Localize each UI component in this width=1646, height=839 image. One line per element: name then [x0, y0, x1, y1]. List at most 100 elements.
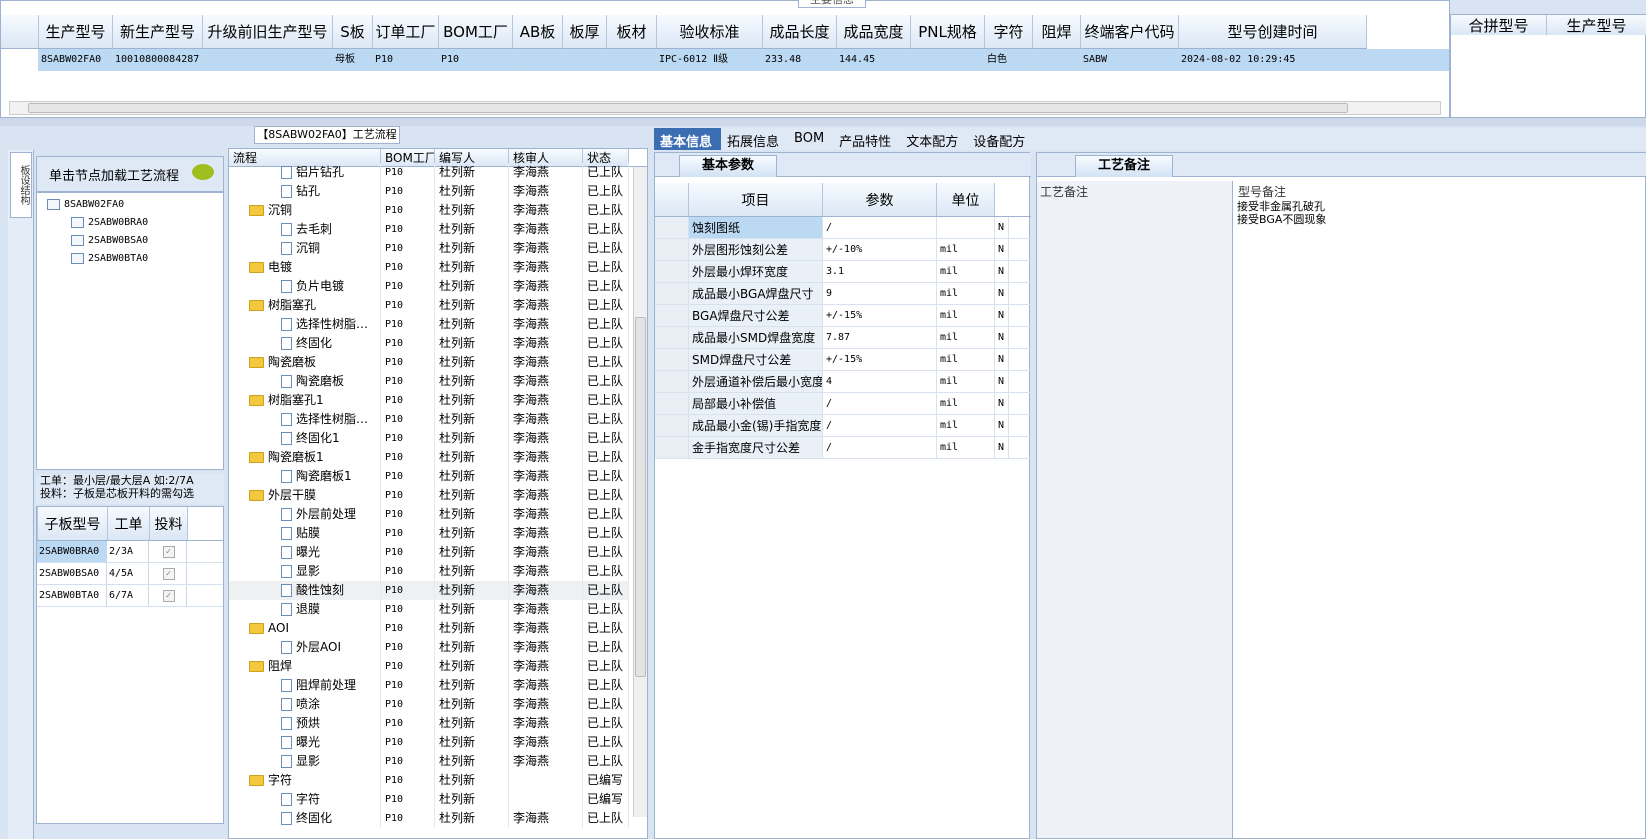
- flow-row[interactable]: 去毛刺 P10 杜列新 李海燕 已上队: [229, 220, 629, 239]
- main-info-cell[interactable]: SABW: [1081, 49, 1179, 71]
- tab-2[interactable]: BOM: [788, 128, 833, 150]
- table-row[interactable]: 外层图形蚀刻公差 +/-10% mil N: [655, 239, 1031, 261]
- flow-row[interactable]: 阻焊前处理 P10 杜列新 李海燕 已上队: [229, 676, 629, 695]
- flow-row[interactable]: 树脂塞孔 P10 杜列新 李海燕 已上队: [229, 296, 629, 315]
- param-value-cell[interactable]: +/-15%: [823, 349, 937, 370]
- main-info-cell[interactable]: [563, 49, 607, 71]
- horizontal-scroll-thumb[interactable]: [28, 103, 1348, 113]
- flow-row[interactable]: 显影 P10 杜列新 李海燕 已上队: [229, 752, 629, 771]
- column-header[interactable]: 板材: [607, 15, 657, 48]
- param-value-cell[interactable]: 9: [823, 283, 937, 304]
- flow-row[interactable]: 铝片钻孔 P10 杜列新 李海燕 已上队: [229, 163, 629, 182]
- table-row[interactable]: 成品最小BGA焊盘尺寸 9 mil N: [655, 283, 1031, 305]
- tree-node[interactable]: 2SABW0BRA0: [71, 217, 148, 228]
- flow-row[interactable]: 字符 P10 杜列新 已编写: [229, 790, 629, 809]
- column-header[interactable]: 终端客户代码: [1081, 15, 1179, 48]
- flow-row[interactable]: 终固化 P10 杜列新 李海燕 已上队: [229, 334, 629, 353]
- tab-0[interactable]: 基本信息: [654, 128, 722, 150]
- flow-row[interactable]: 陶瓷磨板1 P10 杜列新 李海燕 已上队: [229, 467, 629, 486]
- main-info-cell[interactable]: 233.48: [763, 49, 837, 71]
- main-info-cell[interactable]: IPC-6012 Ⅱ级: [657, 49, 763, 71]
- flow-row[interactable]: 钻孔 P10 杜列新 李海燕 已上队: [229, 182, 629, 201]
- main-info-cell[interactable]: [1033, 49, 1081, 71]
- param-title-tab[interactable]: 基本参数: [679, 155, 777, 177]
- flow-row[interactable]: 外层干膜 P10 杜列新 李海燕 已上队: [229, 486, 629, 505]
- flow-row[interactable]: 显影 P10 杜列新 李海燕 已上队: [229, 562, 629, 581]
- process-flow-tree[interactable]: 流程 BOM工厂 编写人 核审人 状态 铝片钻孔 P10 杜列新 李海燕 已上队 钻孔 P10 杜列新…: [228, 148, 648, 839]
- column-header[interactable]: 板厚: [563, 15, 607, 48]
- flow-row[interactable]: 选择性树脂… P10 杜列新 李海燕 已上队: [229, 410, 629, 429]
- flow-row[interactable]: AOI P10 杜列新 李海燕 已上队: [229, 619, 629, 638]
- main-info-cell[interactable]: 10010800084287: [113, 49, 203, 71]
- table-row[interactable]: 2SABW0BSA0 4/5A ✓: [37, 563, 223, 585]
- craft-title-tab[interactable]: 工艺备注: [1075, 155, 1173, 177]
- flow-row[interactable]: 陶瓷磨板1 P10 杜列新 李海燕 已上队: [229, 448, 629, 467]
- flow-vertical-scrollbar[interactable]: [633, 167, 647, 817]
- param-value-cell[interactable]: 7.87: [823, 327, 937, 348]
- column-header[interactable]: 投料: [150, 507, 188, 540]
- column-header[interactable]: 型号创建时间: [1179, 15, 1367, 48]
- main-info-cell[interactable]: 白色: [985, 49, 1033, 71]
- param-value-cell[interactable]: /: [823, 393, 937, 414]
- column-header[interactable]: 订单工厂: [373, 15, 439, 48]
- tab-3[interactable]: 产品特性: [833, 128, 900, 150]
- column-header[interactable]: 生产型号: [39, 15, 113, 48]
- column-header[interactable]: S板: [333, 15, 373, 48]
- flow-row[interactable]: 退膜 P10 杜列新 李海燕 已上队: [229, 600, 629, 619]
- flow-row[interactable]: 喷涂 P10 杜列新 李海燕 已上队: [229, 695, 629, 714]
- main-info-cell[interactable]: 2024-08-02 10:29:45: [1179, 49, 1367, 71]
- column-header[interactable]: 项目: [689, 183, 823, 216]
- column-header[interactable]: 字符: [985, 15, 1033, 48]
- flow-row[interactable]: 沉铜 P10 杜列新 李海燕 已上队: [229, 239, 629, 258]
- flow-row[interactable]: 陶瓷磨板 P10 杜列新 李海燕 已上队: [229, 353, 629, 372]
- flow-row[interactable]: 负片电镀 P10 杜列新 李海燕 已上队: [229, 277, 629, 296]
- flow-row[interactable]: 贴膜 P10 杜列新 李海燕 已上队: [229, 524, 629, 543]
- param-value-cell[interactable]: 4: [823, 371, 937, 392]
- table-row[interactable]: 外层最小焊环宽度 3.1 mil N: [655, 261, 1031, 283]
- main-info-cell[interactable]: [911, 49, 985, 71]
- horizontal-splitter[interactable]: [0, 118, 1646, 126]
- table-row[interactable]: SMD焊盘尺寸公差 +/-15% mil N: [655, 349, 1031, 371]
- flow-row[interactable]: 曝光 P10 杜列新 李海燕 已上队: [229, 733, 629, 752]
- flow-row[interactable]: 终固化1 P10 杜列新 李海燕 已上队: [229, 429, 629, 448]
- column-header[interactable]: 成品长度: [763, 15, 837, 48]
- main-info-cell[interactable]: P10: [439, 49, 513, 71]
- flow-row[interactable]: 阻焊 P10 杜列新 李海燕 已上队: [229, 657, 629, 676]
- flow-row[interactable]: 选择性树脂… P10 杜列新 李海燕 已上队: [229, 315, 629, 334]
- table-row[interactable]: 成品最小SMD焊盘宽度 7.87 mil N: [655, 327, 1031, 349]
- column-header[interactable]: 参数: [823, 183, 937, 216]
- flow-row[interactable]: 外层前处理 P10 杜列新 李海燕 已上队: [229, 505, 629, 524]
- table-row[interactable]: 金手指宽度尺寸公差 / mil N: [655, 437, 1031, 459]
- flow-row[interactable]: 电镀 P10 杜列新 李海燕 已上队: [229, 258, 629, 277]
- column-header[interactable]: BOM工厂: [439, 15, 513, 48]
- column-header[interactable]: 工单: [108, 507, 150, 540]
- column-header[interactable]: 验收标准: [657, 15, 763, 48]
- table-row[interactable]: 2SABW0BRA0 2/3A ✓: [37, 541, 223, 563]
- tree-node[interactable]: 2SABW0BSA0: [71, 235, 148, 246]
- column-header[interactable]: 成品宽度: [837, 15, 911, 48]
- board-structure-tree[interactable]: 8SABW02FA0 2SABW0BRA0 2SABW0BSA0 2SABW0BTA0: [36, 192, 224, 470]
- main-info-cell[interactable]: [607, 49, 657, 71]
- table-row[interactable]: 外层通道补偿后最小宽度 4 mil N: [655, 371, 1031, 393]
- table-row[interactable]: 局部最小补偿值 / mil N: [655, 393, 1031, 415]
- param-value-cell[interactable]: +/-10%: [823, 239, 937, 260]
- craft-remark-area[interactable]: 工艺备注: [1037, 181, 1233, 838]
- flow-row[interactable]: 字符 P10 杜列新 已编写: [229, 771, 629, 790]
- main-info-cell[interactable]: [203, 49, 333, 71]
- column-header[interactable]: 新生产型号: [113, 15, 203, 48]
- tree-node[interactable]: 2SABW0BTA0: [71, 253, 148, 264]
- tab-5[interactable]: 设备配方: [967, 128, 1034, 150]
- main-info-cell[interactable]: 8SABW02FA0: [39, 49, 113, 71]
- column-header[interactable]: 子板型号: [38, 507, 108, 540]
- feed-checkbox[interactable]: ✓: [162, 567, 175, 580]
- column-header[interactable]: AB板: [513, 15, 563, 48]
- table-row[interactable]: BGA焊盘尺寸公差 +/-15% mil N: [655, 305, 1031, 327]
- chat-bubble-icon[interactable]: [192, 164, 214, 180]
- tree-node[interactable]: 8SABW02FA0: [47, 199, 124, 210]
- model-remark-area[interactable]: 型号备注 接受非金属孔破孔 接受BGA不圆现象: [1235, 181, 1645, 838]
- board-structure-tab[interactable]: 板设结构: [10, 152, 32, 218]
- flow-scroll-thumb[interactable]: [635, 317, 646, 677]
- main-info-cell[interactable]: P10: [373, 49, 439, 71]
- table-row[interactable]: 成品最小金(锡)手指宽度 / mil N: [655, 415, 1031, 437]
- model-remark-text[interactable]: 接受非金属孔破孔 接受BGA不圆现象: [1235, 200, 1645, 226]
